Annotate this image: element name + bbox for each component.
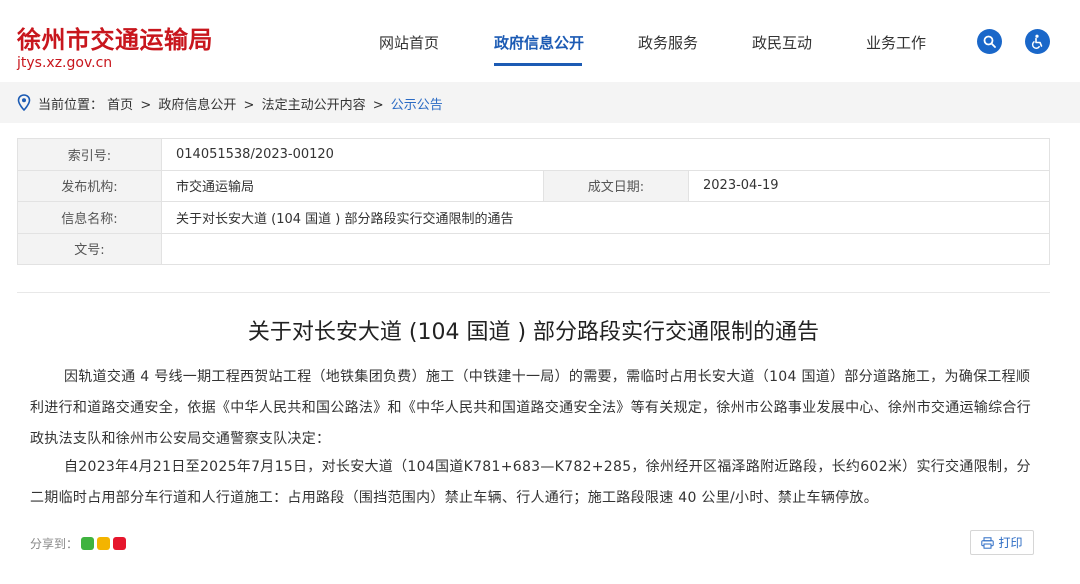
breadcrumb-separator: >	[140, 98, 152, 113]
share-label: 分享到：	[30, 537, 79, 551]
article-paragraph: 自2023年4月21日至2025年7月15日，对长安大道（104国道K781+6…	[30, 459, 1031, 506]
print-button[interactable]: 打印	[970, 530, 1034, 555]
breadcrumb: 当前位置： 首页 > 政府信息公开 > 法定主动公开内容 > 公示公告	[0, 82, 1080, 123]
index-label: 索引号:	[17, 138, 162, 171]
document-info-table: 索引号: 014051538/2023-00120 发布机构: 市交通运输局 成…	[17, 138, 1050, 265]
location-pin-icon	[17, 94, 31, 111]
site-url[interactable]: jtys.xz.gov.cn	[17, 55, 112, 71]
doc-number-label: 文号:	[17, 232, 162, 265]
table-row: 信息名称: 关于对长安大道 (104 国道 ) 部分路段实行交通限制的通告	[17, 201, 1050, 234]
qzone-share-icon[interactable]	[97, 537, 111, 550]
search-icon[interactable]	[977, 29, 1002, 54]
nav-interaction[interactable]: 政民互动	[752, 32, 812, 53]
print-label: 打印	[998, 536, 1023, 550]
doc-number-value	[161, 232, 1050, 265]
publisher-label: 发布机构:	[17, 169, 162, 202]
nav-gov-info[interactable]: 政府信息公开	[494, 32, 584, 53]
article-title: 关于对长安大道 (104 国道 ) 部分路段实行交通限制的通告	[247, 320, 820, 345]
site-header: 徐州市交通运输局 jtys.xz.gov.cn 网站首页 政府信息公开 政务服务…	[0, 0, 1080, 82]
weibo-share-icon[interactable]	[113, 537, 127, 550]
site-title[interactable]: 徐州市交通运输局	[17, 20, 213, 55]
breadcrumb-gov-info[interactable]: 政府信息公开	[158, 98, 236, 113]
nav-home[interactable]: 网站首页	[379, 32, 439, 53]
share-bar: 分享到：	[30, 535, 127, 552]
breadcrumb-prefix: 当前位置：	[38, 98, 104, 113]
table-row: 文号:	[17, 232, 1050, 265]
printer-icon	[981, 536, 995, 549]
date-label: 成文日期:	[543, 169, 689, 202]
breadcrumb-statutory[interactable]: 法定主动公开内容	[262, 98, 366, 113]
divider	[17, 292, 1050, 293]
breadcrumb-separator: >	[243, 98, 255, 113]
accessibility-icon[interactable]	[1025, 29, 1050, 54]
nav-business[interactable]: 业务工作	[866, 32, 926, 53]
info-name-label: 信息名称:	[17, 201, 162, 234]
nav-gov-services[interactable]: 政务服务	[638, 32, 698, 53]
breadcrumb-separator: >	[372, 98, 384, 113]
table-row: 发布机构: 市交通运输局 成文日期: 2023-04-19	[17, 169, 1050, 202]
info-name-value: 关于对长安大道 (104 国道 ) 部分路段实行交通限制的通告	[161, 201, 1050, 234]
index-value: 014051538/2023-00120	[161, 138, 1050, 171]
wechat-share-icon[interactable]	[81, 537, 95, 550]
date-value: 2023-04-19	[688, 169, 1050, 202]
breadcrumb-trail: 当前位置： 首页 > 政府信息公开 > 法定主动公开内容 > 公示公告	[38, 94, 443, 113]
breadcrumb-home[interactable]: 首页	[107, 98, 133, 113]
publisher-value: 市交通运输局	[161, 169, 544, 202]
article-paragraph: 因轨道交通 4 号线一期工程西贺站工程（地铁集团负费）施工（中铁建十一局）的需要…	[30, 369, 1031, 447]
table-row: 索引号: 014051538/2023-00120	[17, 138, 1050, 171]
nav-active-underline	[494, 63, 582, 66]
breadcrumb-notices[interactable]: 公示公告	[391, 98, 443, 113]
